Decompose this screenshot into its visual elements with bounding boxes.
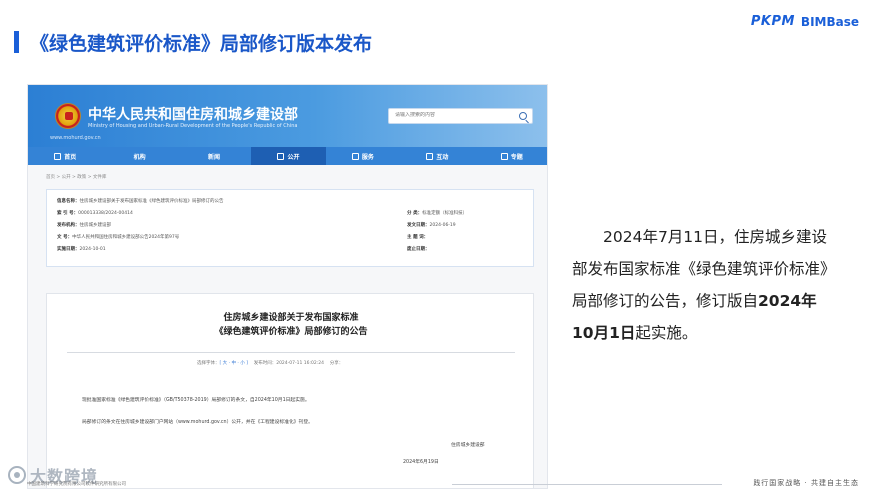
- doc-paragraph-2: 局部修订的条文在住房城乡建设部门户网站（www.mohurd.gov.cn）公开…: [82, 420, 313, 425]
- chat-icon: [426, 152, 434, 160]
- doc-divider: [67, 352, 515, 353]
- doc-signature: 住房城乡建设部: [451, 443, 485, 448]
- footer-divider: [452, 484, 722, 485]
- nav-home[interactable]: 首页: [28, 147, 102, 165]
- nav-organization[interactable]: 机构: [102, 147, 176, 165]
- watermark-logo-icon: [8, 466, 26, 484]
- search-icon[interactable]: [519, 112, 527, 120]
- font-size-selector[interactable]: [ 大 · 中 · 小 ]: [220, 361, 248, 366]
- brand-pkpm: PKPM: [750, 14, 795, 29]
- search-input[interactable]: [395, 112, 505, 118]
- document-meta-panel: 信息名称：住房城乡建设部关于发布国家标准《绿色建筑评价标准》局部修订的公告 索 …: [46, 189, 534, 267]
- copyright: 中国建筑科学研究院有限公司软件研究所有限公司: [27, 482, 126, 487]
- nav-interaction[interactable]: 互动: [400, 147, 474, 165]
- main-nav: 首页 机构 新闻 公开 服务 互动 专题: [28, 147, 547, 165]
- doc-paragraph-1: 现批准国家标准《绿色建筑评价标准》（GB/T50378-2019）局部修订的条文…: [82, 398, 310, 403]
- meta-abolish: 废止日期：: [407, 247, 430, 252]
- meta-keywords: 主 题 词：: [407, 235, 429, 240]
- meta-category: 分 类：标准定额（标准科技）: [407, 211, 468, 216]
- doc-sign-date: 2024年6月19日: [403, 460, 439, 465]
- meta-issuer: 发布机构：住房城乡建设部: [57, 223, 111, 228]
- doc-meta-line: 选择字体：[ 大 · 中 · 小 ] 发布时间：2024-07-11 16:02…: [197, 361, 344, 366]
- breadcrumb[interactable]: 首页 > 公开 > 政策 > 文件库: [46, 174, 106, 180]
- ministry-name-en: Ministry of Housing and Urban-Rural Deve…: [88, 123, 298, 129]
- meta-subject: 信息名称：住房城乡建设部关于发布国家标准《绿色建筑评价标准》局部修订的公告: [57, 199, 224, 204]
- meta-index: 索 引 号：000013338/2024-00414: [57, 211, 133, 216]
- footer-slogan: 践行国家战略 · 共建自主生态: [753, 479, 859, 487]
- grid-icon: [500, 152, 508, 160]
- search-box[interactable]: [388, 108, 533, 124]
- nav-news[interactable]: 新闻: [177, 147, 251, 165]
- home-icon: [54, 152, 62, 160]
- slide-title: 《绿色建筑评价标准》局部修订版本发布: [30, 33, 373, 55]
- nav-public[interactable]: 公开: [251, 147, 326, 165]
- site-url: www.mohurd.gov.cn: [50, 135, 101, 141]
- doc-title-line1: 住房城乡建设部关于发布国家标准: [223, 313, 359, 323]
- title-accent-bar: [14, 31, 19, 53]
- nav-topics[interactable]: 专题: [475, 147, 547, 165]
- ministry-header: 中华人民共和国住房和城乡建设部 Ministry of Housing and …: [28, 85, 547, 147]
- announcement-document: 住房城乡建设部关于发布国家标准 《绿色建筑评价标准》局部修订的公告 选择字体：[…: [46, 293, 534, 488]
- user-icon: [351, 152, 359, 160]
- doc-title-line2: 《绿色建筑评价标准》局部修订的公告: [214, 327, 368, 337]
- brand-logo: PKPM BIMBase: [751, 14, 859, 29]
- grid-icon: [277, 152, 285, 160]
- brand-bimbase: BIMBase: [800, 14, 859, 29]
- ministry-name-cn: 中华人民共和国住房和城乡建设部: [88, 107, 298, 123]
- share-label[interactable]: 分享：: [330, 361, 344, 366]
- meta-effective: 实施日期：2024-10-01: [57, 247, 106, 252]
- meta-docno: 文 号：中华人民共和国住房和城乡建设部公告2024年第97号: [57, 235, 180, 240]
- meta-date: 发文日期：2024-06-19: [407, 223, 456, 228]
- description-text: 2024年7月11日，住房城乡建设部发布国家标准《绿色建筑评价标准》局部修订的公…: [572, 228, 828, 342]
- national-emblem-icon: [55, 103, 81, 129]
- nav-service[interactable]: 服务: [326, 147, 400, 165]
- ministry-website-screenshot: 中华人民共和国住房和城乡建设部 Ministry of Housing and …: [27, 84, 548, 489]
